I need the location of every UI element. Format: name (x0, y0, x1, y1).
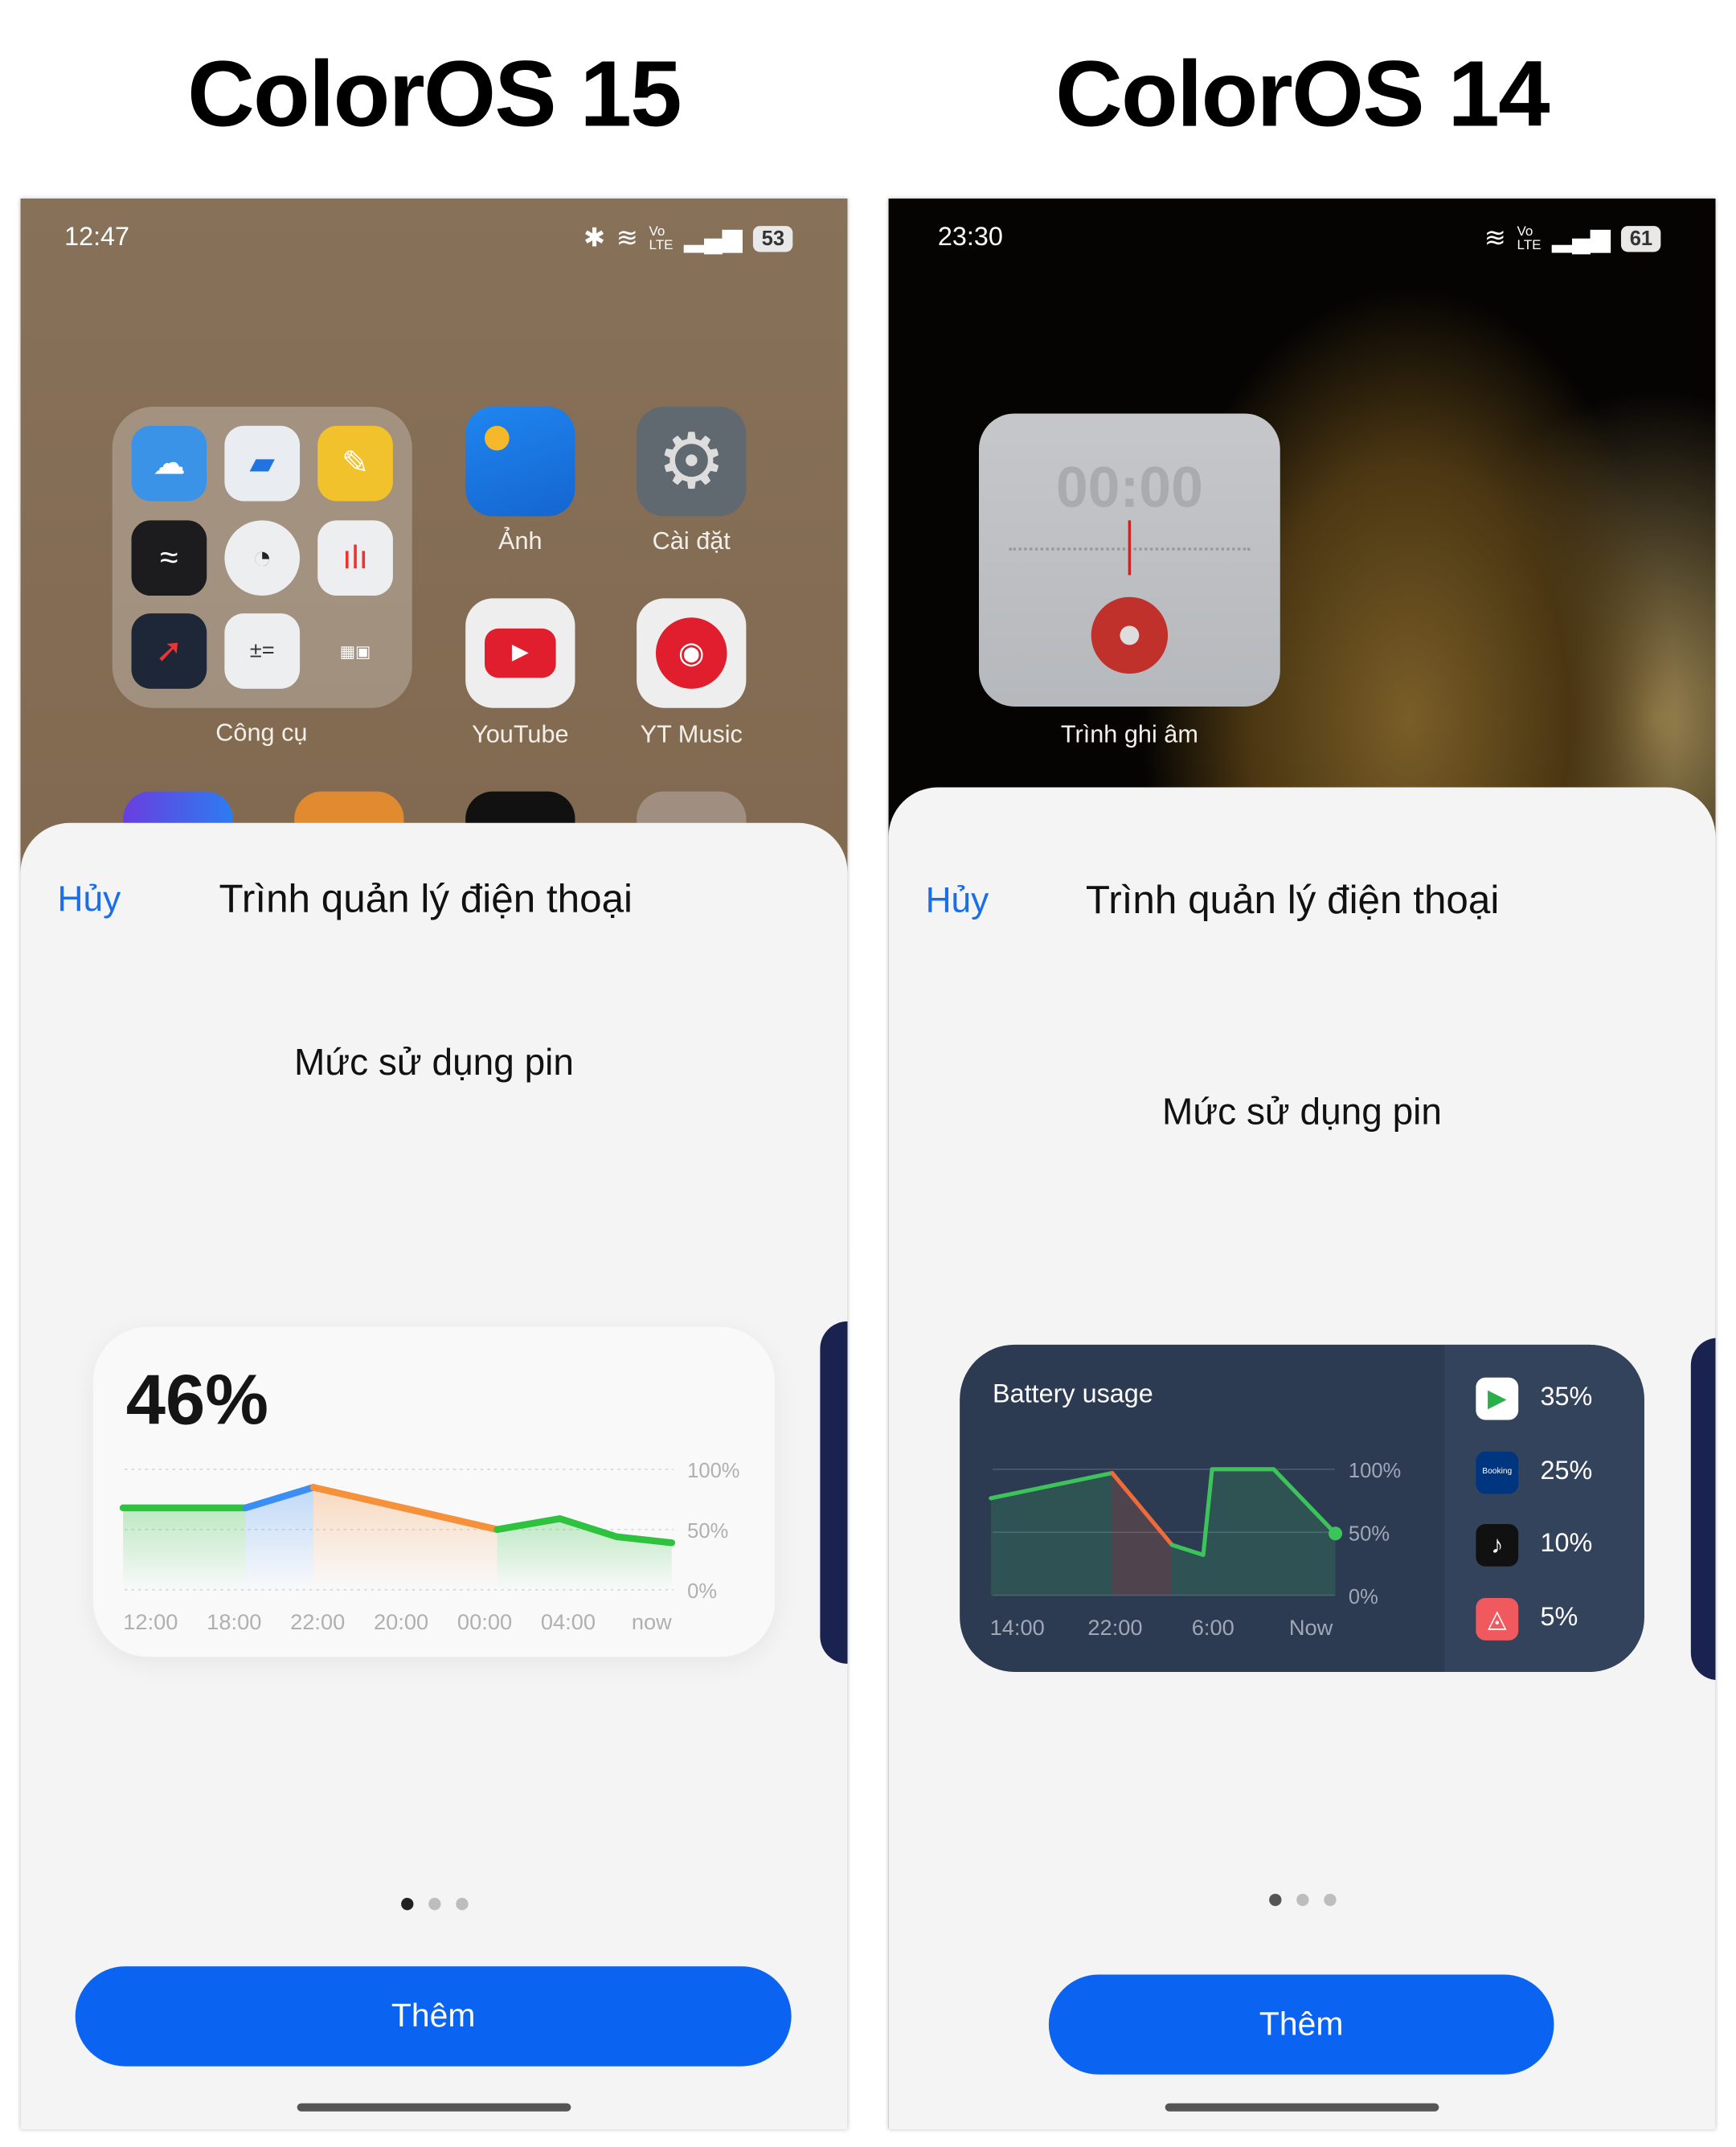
page-indicator (21, 1898, 848, 1911)
x-tick-label: now (632, 1609, 672, 1634)
status-time: 12:47 (64, 223, 130, 252)
app-label-photos: Ảnh (498, 527, 542, 555)
signal-icon: ▂▄▆ (684, 224, 743, 254)
battery-widget-preview[interactable]: Battery usage 100% 50% 0% 14:00 22:00 6:00 Now… (960, 1344, 1644, 1672)
battery-chart: 100% 50% 0% 14:00 22:00 6:00 Now (989, 1460, 1401, 1640)
coloros14-screen: 23:30 ≋ Vo LTE ▂▄▆ 61 00:00 Trình ghi âm … (888, 199, 1716, 2129)
heading-coloros-15: ColorOS 15 (187, 42, 682, 147)
tools-icon[interactable]: ≈ (131, 520, 207, 596)
app-label-youtube: YouTube (472, 720, 569, 748)
page-dot[interactable] (428, 1898, 440, 1911)
battery-chart: 100% 50% 0% 12:00 18:00 22:00 20:00 00:00 04:00 n… (119, 1460, 740, 1634)
cancel-button[interactable]: Hủy (58, 878, 121, 920)
booking-icon: Booking (1476, 1450, 1519, 1493)
y-tick-label: 100% (687, 1460, 739, 1482)
recorder-label: Trình ghi âm (1060, 720, 1198, 748)
airbnb-icon: ◬ (1476, 1597, 1519, 1640)
page-indicator (889, 1893, 1716, 1907)
home-indicator[interactable] (297, 2103, 571, 2112)
folder-cong-cu[interactable]: ☁ ▰ ✎ ≈ ◔ ılı ➚ ±= ▦▣ (112, 406, 412, 708)
y-tick-label: 0% (1349, 1586, 1378, 1608)
battery-icon: 53 (753, 226, 793, 252)
area-fill (990, 1473, 1112, 1596)
yt-music-icon[interactable]: ◉ (637, 598, 747, 708)
add-button[interactable]: Thêm (1048, 1974, 1554, 2075)
wifi-icon: ≋ (616, 224, 638, 254)
notes-icon[interactable]: ✎ (317, 425, 393, 502)
x-tick-label: 18:00 (207, 1609, 261, 1634)
widget-subtitle: Mức sử dụng pin (294, 1042, 574, 1084)
wifi-icon: ≋ (1484, 224, 1506, 254)
status-bar: 23:30 ≋ Vo LTE ▂▄▆ 61 (932, 223, 1661, 256)
bottom-sheet: Hủy Trình quản lý điện thoại Mức sử dụng… (888, 787, 1716, 2129)
battery-icon: 61 (1621, 226, 1661, 252)
page-dot[interactable] (1323, 1893, 1336, 1907)
x-tick-label: Now (1289, 1615, 1333, 1640)
next-widget-preview[interactable] (820, 1321, 848, 1664)
app-usage-percent: 10% (1540, 1529, 1593, 1559)
youtube-icon[interactable]: ▶ (465, 598, 575, 708)
video-app-icon: ▶ (1476, 1377, 1519, 1420)
weather-icon[interactable]: ☁ (131, 425, 207, 502)
playhead (1128, 520, 1132, 576)
signal-icon: ▂▄▆ (1552, 224, 1611, 254)
page-dot[interactable] (400, 1898, 413, 1911)
clock-icon[interactable]: ◔ (224, 520, 301, 596)
x-tick-label: 14:00 (990, 1615, 1045, 1640)
y-tick-label: 0% (687, 1580, 717, 1603)
folder-label: Công cụ (215, 719, 308, 747)
status-time: 23:30 (937, 223, 1003, 252)
files-icon[interactable]: ▰ (224, 425, 301, 502)
home-indicator[interactable] (1165, 2103, 1439, 2112)
widget-subtitle: Mức sử dụng pin (1162, 1091, 1442, 1133)
current-point (1329, 1526, 1343, 1541)
x-tick-label: 12:00 (123, 1609, 178, 1634)
next-widget-preview[interactable] (1690, 1338, 1716, 1681)
x-tick-label: 22:00 (290, 1609, 345, 1634)
photos-icon[interactable] (465, 406, 575, 517)
x-tick-label: 00:00 (457, 1609, 512, 1634)
add-button[interactable]: Thêm (75, 1966, 792, 2067)
app-label-settings: Cài đặt (652, 527, 731, 555)
app-usage-percent: 35% (1540, 1383, 1593, 1412)
sheet-title: Trình quản lý điện thoại (219, 877, 633, 922)
x-tick-label: 20:00 (374, 1609, 428, 1634)
x-tick-label: 04:00 (541, 1609, 596, 1634)
x-tick-label: 22:00 (1087, 1615, 1142, 1640)
bottom-sheet: Hủy Trình quản lý điện thoại Mức sử dụng… (20, 822, 848, 2129)
app-usage-percent: 25% (1540, 1456, 1593, 1485)
area-fill (313, 1487, 497, 1590)
x-tick-label: 6:00 (1192, 1615, 1234, 1640)
record-button[interactable] (1091, 596, 1169, 674)
area-fill (123, 1507, 246, 1590)
cancel-button[interactable]: Hủy (926, 879, 989, 922)
volte-icon: Vo LTE (1517, 223, 1542, 253)
recorder-time: 00:00 (1055, 454, 1203, 519)
heading-coloros-14: ColorOS 14 (1055, 42, 1550, 147)
y-tick-label: 100% (1349, 1460, 1401, 1482)
app-label-yt-music: YT Music (640, 720, 743, 748)
y-tick-label: 50% (687, 1520, 728, 1543)
recorder-icon[interactable]: ılı (317, 520, 393, 596)
recorder-widget[interactable]: 00:00 (979, 413, 1280, 707)
coloros15-screen: 12:47 ✱ ≋ Vo LTE ▂▄▆ 53 ☁ ▰ ✎ ≈ ◔ ılı ➚ ±… (20, 199, 848, 2129)
sheet-title: Trình quản lý điện thoại (1085, 879, 1500, 924)
tiktok-icon: ♪ (1476, 1523, 1519, 1567)
battery-widget-preview[interactable]: 46% 100% 50% 0% 12:00 18:00 22:00 20:00 00:00 04… (92, 1326, 776, 1657)
status-bar: 12:47 ✱ ≋ Vo LTE ▂▄▆ 53 (64, 223, 793, 256)
page-dot[interactable] (1268, 1893, 1281, 1907)
bluetooth-icon: ✱ (583, 224, 606, 254)
page-dot[interactable] (1296, 1893, 1308, 1907)
compass-icon[interactable]: ➚ (131, 613, 207, 689)
mini-folder-icon[interactable]: ▦▣ (317, 613, 393, 689)
calculator-icon[interactable]: ±= (224, 613, 301, 689)
settings-icon[interactable]: ⚙ (637, 406, 747, 517)
y-tick-label: 50% (1349, 1522, 1390, 1545)
app-usage-percent: 5% (1540, 1602, 1578, 1632)
page-dot[interactable] (455, 1898, 468, 1911)
volte-icon: Vo LTE (649, 223, 674, 253)
